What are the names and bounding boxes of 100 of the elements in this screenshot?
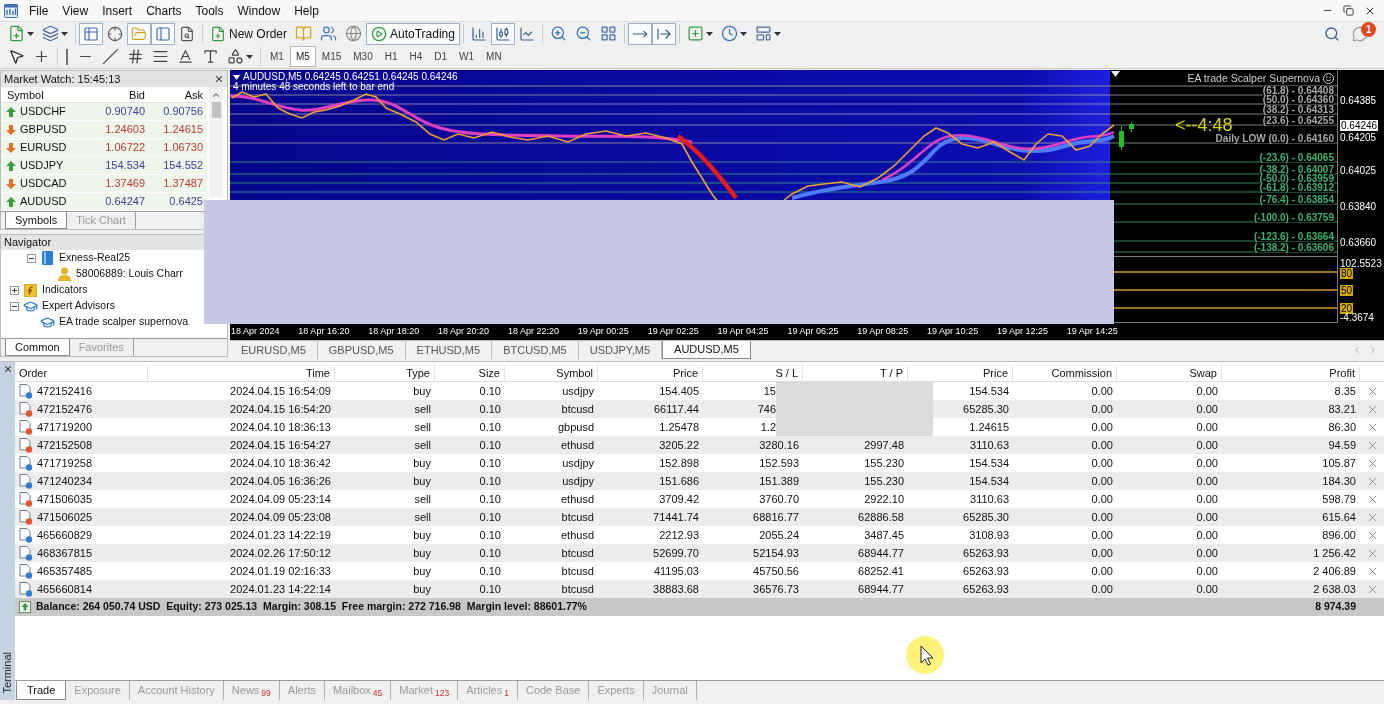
- terminal-tab[interactable]: Trade: [16, 681, 67, 700]
- tree-item[interactable]: EA trade scalper supernova: [59, 314, 188, 330]
- vertical-line-icon[interactable]: [65, 48, 69, 65]
- chat-bubble-icon[interactable]: [1352, 25, 1368, 42]
- chart-tab[interactable]: EURUSD,M5: [230, 341, 318, 359]
- caret-icon[interactable]: [27, 31, 34, 36]
- plus-box-icon[interactable]: [9, 285, 19, 295]
- column-header[interactable]: Symbol: [505, 365, 598, 382]
- type-icon[interactable]: [202, 48, 219, 65]
- zoom-out-icon[interactable]: [574, 25, 592, 42]
- menu-item[interactable]: File: [22, 0, 56, 21]
- scrollbar-thumb[interactable]: [211, 102, 221, 118]
- search-icon[interactable]: [1324, 25, 1340, 42]
- timeframe-button[interactable]: MN: [480, 46, 508, 67]
- triangle-icon[interactable]: [233, 74, 240, 80]
- panel-tab[interactable]: Symbols: [5, 212, 68, 229]
- timeframe-button[interactable]: M30: [347, 46, 379, 67]
- baseline-icon[interactable]: [177, 48, 194, 65]
- chart-tab[interactable]: BTCUSD,M5: [492, 341, 579, 359]
- globe-icon[interactable]: [345, 25, 362, 42]
- table-row[interactable]: 465660814 2024.01.23 14:22:14 buy 0.10 btcusd 38883.68 36576.73 68944.77 65263.93 0.00 0.00 2 638.03: [15, 580, 1384, 598]
- column-header[interactable]: Symbol: [1, 87, 89, 104]
- timeframe-button[interactable]: M1: [264, 46, 290, 67]
- toolbar-toggle[interactable]: [490, 22, 515, 45]
- toolbar-toggle[interactable]: [151, 22, 175, 45]
- lines-icon[interactable]: [152, 48, 169, 65]
- table-row[interactable]: 472152508 2024.04.15 16:54:27 sell 0.10 ethusd 3205.22 3280.16 2997.48 3110.63 0.00 0.00 94.59: [15, 436, 1384, 454]
- pointer-icon[interactable]: [8, 48, 25, 65]
- menu-item[interactable]: Insert: [95, 0, 140, 21]
- column-header[interactable]: Time: [148, 365, 335, 382]
- toolbar-toggle[interactable]: [127, 22, 151, 45]
- column-header[interactable]: S / L: [703, 365, 803, 382]
- autotrading-button[interactable]: AutoTrading: [366, 22, 460, 45]
- scrollbar[interactable]: [209, 87, 223, 197]
- tree-item[interactable]: Expert Advisors: [42, 298, 115, 314]
- close-icon[interactable]: [2, 364, 13, 374]
- tree-item[interactable]: Exness-Real25: [59, 250, 131, 266]
- timeframe-button[interactable]: M15: [315, 46, 348, 67]
- table-row[interactable]: GBPUSD 1.24603 1.24615: [1, 121, 207, 139]
- table-row[interactable]: AUDUSD 0.64247 0.6425: [1, 193, 207, 211]
- shapes-icon[interactable]: [227, 48, 244, 65]
- column-header[interactable]: Profit: [1222, 365, 1360, 382]
- column-header[interactable]: Bid: [89, 87, 149, 104]
- panel-tab[interactable]: Common: [5, 339, 70, 356]
- clock-icon[interactable]: [720, 25, 738, 42]
- toolbar-toggle[interactable]: [79, 22, 103, 45]
- caret-icon[interactable]: [705, 31, 713, 36]
- column-header[interactable]: Type: [335, 365, 435, 382]
- restore-icon[interactable]: [1343, 5, 1354, 16]
- column-header[interactable]: Swap: [1117, 365, 1222, 382]
- column-header[interactable]: Commission: [1013, 365, 1117, 382]
- zoom-in-icon[interactable]: [549, 25, 567, 42]
- menu-item[interactable]: View: [55, 0, 96, 21]
- column-header[interactable]: Size: [435, 365, 505, 382]
- layers-icon[interactable]: [42, 25, 59, 42]
- menu-item[interactable]: Tools: [188, 0, 231, 21]
- app-icon[interactable]: [4, 3, 18, 18]
- table-row[interactable]: EURUSD 1.06722 1.06730: [1, 139, 207, 157]
- hash-icon[interactable]: [127, 48, 144, 65]
- chart-tab[interactable]: GBPUSD,M5: [317, 341, 406, 359]
- timeframe-button[interactable]: W1: [453, 46, 481, 67]
- toolbar-toggle[interactable]: [627, 22, 652, 45]
- table-row[interactable]: 468367815 2024.02.26 17:50:12 buy 0.10 btcusd 52699.70 52154.93 68944.77 65263.93 0.00 0.00 1 256.42: [15, 544, 1384, 562]
- table-row[interactable]: 471506025 2024.04.09 05:23:08 sell 0.10 btcusd 71441.74 68816.77 62886.58 65285.30 0.00 0.00 615.64: [15, 508, 1384, 526]
- column-header[interactable]: Price: [598, 365, 703, 382]
- column-header[interactable]: Ask: [149, 87, 207, 104]
- timeframe-button[interactable]: H4: [403, 46, 429, 67]
- slash-icon[interactable]: [102, 48, 119, 65]
- table-row[interactable]: USDCHF 0.90740 0.90756: [1, 103, 207, 121]
- template-icon[interactable]: [754, 25, 772, 42]
- time-label: 18 Apr 18:20: [368, 326, 420, 337]
- new-order-button[interactable]: New Order: [206, 22, 291, 45]
- table-row[interactable]: USDCAD 1.37469 1.37487: [1, 175, 207, 193]
- tree-item[interactable]: 58006889: Louis Charr: [76, 266, 183, 282]
- caret-icon[interactable]: [739, 31, 747, 36]
- caret-icon[interactable]: [246, 54, 253, 59]
- plus-icon[interactable]: [33, 48, 50, 65]
- caret-up-icon[interactable]: [211, 90, 221, 100]
- table-row[interactable]: 471240234 2024.04.05 16:36:26 buy 0.10 usdjpy 151.686 151.389 155.230 154.534 0.00 0.00 184.30: [15, 472, 1384, 490]
- timeframe-button[interactable]: M5: [289, 46, 316, 67]
- users-icon[interactable]: [320, 25, 337, 42]
- tree-item[interactable]: Indicators: [42, 282, 88, 298]
- caret-icon[interactable]: [61, 31, 68, 36]
- grid-icon[interactable]: [599, 25, 617, 42]
- close-icon[interactable]: [214, 74, 224, 84]
- toolbar-toggle[interactable]: [651, 22, 676, 45]
- chart-tab[interactable]: ETHUSD,M5: [405, 341, 493, 359]
- minus-box-icon[interactable]: [26, 253, 36, 263]
- caret-icon[interactable]: [773, 31, 781, 36]
- menu-item[interactable]: Charts: [139, 0, 189, 21]
- column-header[interactable]: T / P: [803, 365, 908, 382]
- timeframe-button[interactable]: D1: [428, 46, 454, 67]
- chart-tab[interactable]: AUDUSD,M5: [662, 341, 751, 359]
- column-header[interactable]: Price: [908, 365, 1013, 382]
- column-header[interactable]: Order: [15, 365, 148, 382]
- menu-item[interactable]: Help: [287, 0, 326, 21]
- minus-box-icon[interactable]: [9, 301, 19, 311]
- table-row[interactable]: USDJPY 154.534 154.552: [1, 157, 207, 175]
- timeframe-button[interactable]: H1: [378, 46, 404, 67]
- menu-item[interactable]: Window: [230, 0, 288, 21]
